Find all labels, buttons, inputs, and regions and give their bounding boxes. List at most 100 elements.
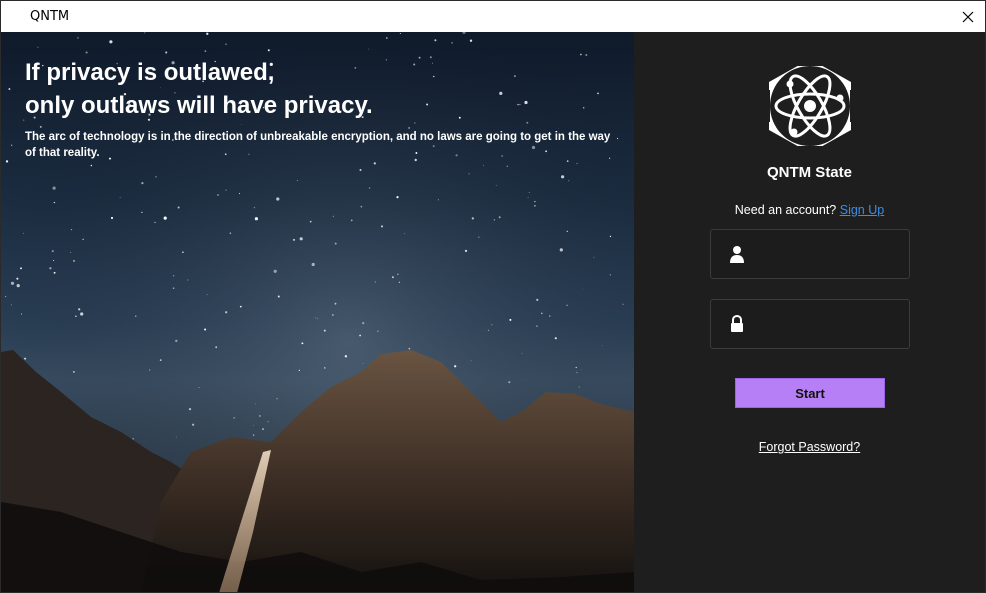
star (622, 303, 624, 305)
star (10, 144, 13, 146)
star (262, 428, 264, 431)
star (8, 88, 11, 90)
signup-link[interactable]: Sign Up (840, 203, 884, 217)
star (273, 269, 277, 273)
star (541, 312, 543, 315)
star (451, 42, 453, 44)
username-input[interactable] (755, 238, 901, 270)
star (579, 53, 582, 56)
star (398, 281, 401, 283)
headline-line-1: If privacy is outlawed, (25, 59, 275, 86)
star (437, 199, 439, 201)
star (5, 296, 7, 298)
star (493, 219, 495, 221)
star (299, 237, 303, 241)
star (499, 91, 503, 95)
password-field[interactable] (710, 299, 910, 349)
star (454, 365, 457, 368)
close-icon[interactable] (951, 1, 985, 32)
star (154, 221, 156, 223)
star (582, 288, 584, 290)
star (20, 267, 22, 270)
star (85, 51, 88, 54)
star (225, 43, 227, 45)
star (148, 369, 151, 371)
star (396, 196, 399, 199)
star (561, 175, 565, 179)
star (513, 75, 516, 78)
star (324, 367, 326, 369)
star (601, 345, 603, 346)
password-input[interactable] (755, 308, 901, 340)
star (534, 200, 536, 203)
star (217, 194, 219, 196)
star (418, 56, 421, 59)
star (159, 359, 162, 361)
star (144, 32, 146, 34)
star (432, 62, 433, 64)
star (536, 325, 538, 327)
star (359, 334, 361, 337)
star (368, 187, 371, 189)
atom-logo-icon (762, 58, 858, 154)
star (399, 32, 401, 35)
star (175, 339, 178, 343)
star (206, 294, 208, 296)
star (432, 75, 435, 78)
star (23, 232, 24, 234)
username-field[interactable] (710, 229, 910, 279)
star (90, 164, 93, 167)
star (109, 40, 113, 44)
star (527, 197, 529, 199)
app-window: QNTM If privacy is outlawed, only outlaw… (0, 0, 986, 593)
star (182, 251, 184, 253)
star (487, 329, 490, 332)
star (568, 180, 570, 182)
star (135, 315, 137, 317)
star (239, 305, 242, 308)
star (585, 53, 588, 57)
hero-subtext: The arc of technology is in the directio… (25, 131, 611, 159)
star (51, 250, 54, 253)
star (334, 242, 337, 245)
star (519, 103, 521, 106)
star (578, 386, 580, 388)
star (582, 106, 585, 109)
login-panel: QNTM State Need an account? Sign Up Star… (634, 32, 985, 592)
star (491, 324, 493, 326)
star (554, 337, 557, 340)
star (374, 281, 376, 283)
star (464, 249, 468, 253)
star (334, 302, 337, 305)
star (110, 216, 114, 220)
star (70, 228, 73, 231)
star (119, 197, 121, 198)
star (301, 342, 304, 345)
star (53, 259, 55, 262)
star (362, 321, 365, 325)
star (566, 230, 568, 233)
star (252, 434, 255, 436)
star (16, 284, 20, 288)
star (315, 317, 317, 319)
start-button[interactable]: Start (735, 378, 885, 408)
star (332, 314, 334, 316)
star (536, 298, 539, 302)
star (277, 295, 280, 298)
hero-image-panel: If privacy is outlawed, only outlaws wil… (1, 32, 634, 592)
star (528, 192, 530, 193)
star (80, 312, 84, 316)
signup-prompt: Need an account? Sign Up (634, 203, 985, 217)
signup-prompt-text: Need an account? (734, 203, 837, 217)
star (225, 311, 228, 314)
star (332, 215, 334, 217)
star (360, 205, 363, 208)
star (350, 219, 353, 222)
star (397, 273, 399, 275)
star (404, 233, 406, 235)
star (506, 165, 509, 168)
star (267, 421, 269, 423)
star (413, 63, 416, 66)
star (238, 192, 241, 195)
forgot-password-link[interactable]: Forgot Password? (634, 440, 985, 454)
